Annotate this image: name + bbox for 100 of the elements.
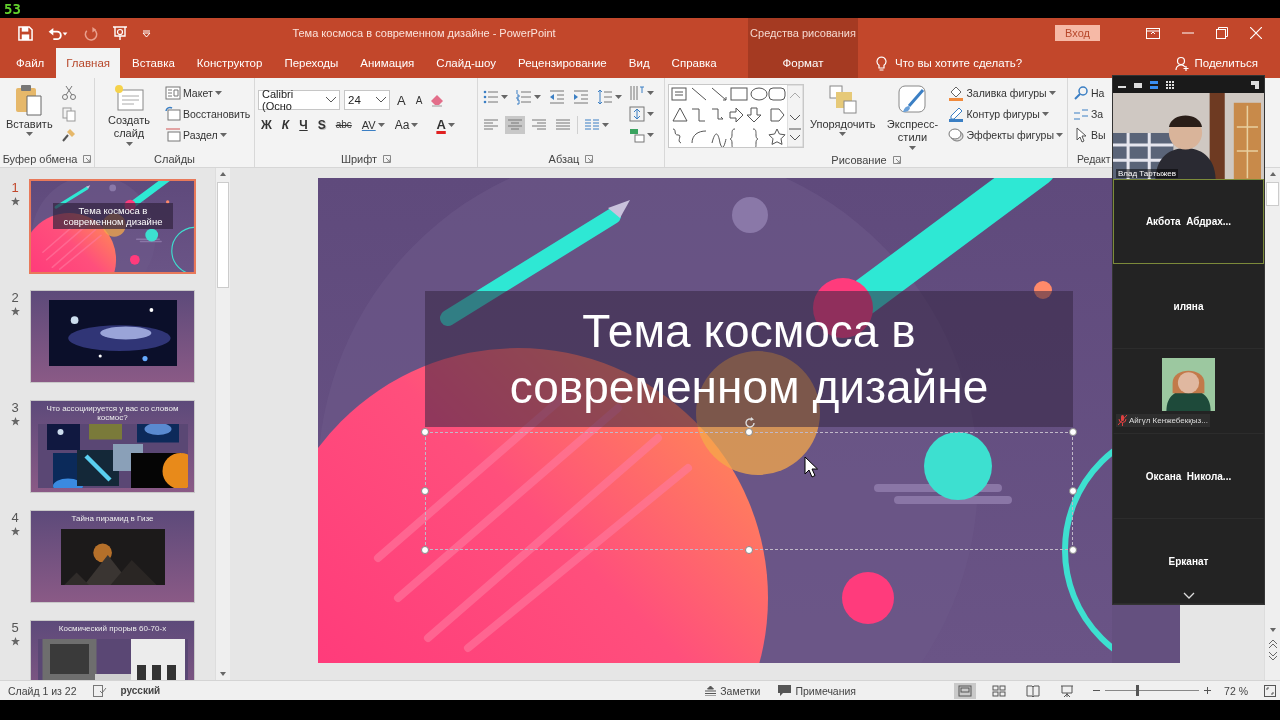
caret-icon[interactable] <box>647 112 654 116</box>
lightbulb-icon[interactable] <box>876 55 887 71</box>
font-color-button[interactable]: A <box>433 116 458 133</box>
collapse-icon[interactable] <box>1250 79 1260 90</box>
shadow-button[interactable]: S <box>314 116 329 133</box>
align-text-button[interactable] <box>627 105 656 123</box>
caret-icon[interactable] <box>908 146 916 150</box>
tab[interactable]: Вставка <box>122 48 185 78</box>
ribbon-button[interactable]: Эффекты фигуры <box>946 126 1065 144</box>
save-icon[interactable] <box>18 25 33 41</box>
caret-icon[interactable] <box>647 133 654 137</box>
dialog-launcher-icon[interactable] <box>83 155 92 163</box>
ribbon-button[interactable]: Раздел <box>163 126 253 144</box>
ribbon-button[interactable]: За <box>1071 105 1108 123</box>
clear-formatting-icon[interactable] <box>429 92 446 108</box>
slide-thumbnail[interactable]: Тайна пирамид в Гизе <box>30 510 195 603</box>
tab[interactable]: Вид <box>618 48 660 78</box>
shapes-gallery[interactable] <box>669 85 787 147</box>
share-button[interactable]: Поделиться <box>1175 48 1258 78</box>
speaker-view-icon[interactable] <box>1149 79 1159 90</box>
chevron-down-icon[interactable] <box>1183 592 1195 599</box>
ribbon-button[interactable]: Вы <box>1071 126 1108 144</box>
slide-thumbnail[interactable] <box>30 290 195 383</box>
search-field[interactable]: Что вы хотите сделать? <box>895 57 1065 69</box>
change-case-button[interactable]: Aa <box>391 116 422 133</box>
slideshow-icon[interactable] <box>112 25 128 41</box>
increase-font-button[interactable]: A <box>394 91 409 109</box>
font-size-field[interactable]: 24 <box>344 90 390 110</box>
grid-icon[interactable] <box>1165 79 1175 90</box>
smartart-button[interactable] <box>627 126 656 144</box>
rotate-handle-icon[interactable] <box>743 416 757 430</box>
slide-thumbnail[interactable]: Тема космоса в современном дизайне <box>29 179 196 274</box>
ribbon-button[interactable]: Макет <box>163 84 253 102</box>
caret-icon[interactable] <box>602 123 609 127</box>
caret-icon[interactable] <box>1041 112 1049 116</box>
caret-icon[interactable] <box>534 95 541 99</box>
underline-button[interactable]: Ч <box>296 116 311 133</box>
ribbon-button[interactable]: Контур фигуры <box>946 105 1065 123</box>
line-spacing-button[interactable] <box>595 88 624 106</box>
font-name-field[interactable]: Calibri (Осно <box>258 90 340 110</box>
spellcheck-icon[interactable] <box>92 684 107 697</box>
caret-icon[interactable] <box>615 95 622 99</box>
dialog-launcher-icon[interactable] <box>892 155 901 164</box>
caret-icon[interactable] <box>411 122 419 127</box>
tab[interactable]: Переходы <box>274 48 349 78</box>
numbering-button[interactable] <box>514 88 543 106</box>
bold-button[interactable]: Ж <box>258 116 275 133</box>
decrease-indent-button[interactable] <box>547 88 567 106</box>
tab[interactable]: Рецензирование <box>507 48 617 78</box>
scrollbar-thumb[interactable] <box>217 182 229 288</box>
tab[interactable]: Анимация <box>350 48 425 78</box>
paste-button[interactable]: Вставить <box>3 82 56 138</box>
ribbon-button[interactable]: Восстановить <box>163 105 253 123</box>
close-icon[interactable] <box>1250 27 1262 39</box>
zoom-in-icon[interactable] <box>1203 686 1213 695</box>
ribbon-button[interactable]: На <box>1071 84 1108 102</box>
caret-icon[interactable] <box>501 95 508 99</box>
tab[interactable]: Главная <box>56 48 121 78</box>
caret-icon[interactable] <box>377 122 385 127</box>
dialog-launcher-icon[interactable] <box>383 155 392 163</box>
fit-to-window-icon[interactable] <box>1264 684 1276 697</box>
new-slide-button[interactable]: Создать слайд <box>98 82 160 148</box>
caret-icon[interactable] <box>647 91 654 95</box>
dialog-launcher-icon[interactable] <box>585 155 594 163</box>
quick-styles-button[interactable]: Экспресс-стили <box>881 82 944 152</box>
tab[interactable]: Конструктор <box>186 48 273 78</box>
caret-icon[interactable] <box>219 133 227 137</box>
arrange-button[interactable]: Упорядочить <box>807 82 879 138</box>
ribbon-display-icon[interactable] <box>1146 27 1160 39</box>
text-direction-button[interactable] <box>627 84 656 102</box>
tab[interactable]: Формат <box>748 48 858 78</box>
caret-icon[interactable] <box>125 142 133 146</box>
spacing-button[interactable]: AV <box>358 117 388 132</box>
italic-button[interactable]: К <box>278 116 293 133</box>
ribbon-button[interactable]: Заливка фигуры <box>946 84 1065 102</box>
caret-icon[interactable] <box>839 132 847 136</box>
comments-button[interactable]: Примечания <box>778 684 857 697</box>
strikethrough-button[interactable]: abc <box>332 118 355 131</box>
slide-thumbnail[interactable]: Что ассоциируется у вас со словом космос? <box>30 400 195 493</box>
restore-icon[interactable] <box>1216 27 1228 39</box>
customize-icon[interactable] <box>142 28 151 38</box>
tab[interactable]: Слайд-шоу <box>426 48 506 78</box>
caret-icon[interactable] <box>214 91 222 95</box>
caret-icon[interactable] <box>1048 91 1056 95</box>
scrollbar-thumb[interactable] <box>1266 182 1279 206</box>
group-label: Рисование <box>831 153 887 166</box>
slide-thumbnail[interactable]: Космический прорыв 60-70-х <box>30 620 195 680</box>
decrease-font-button[interactable]: A <box>412 93 426 107</box>
caret-icon[interactable] <box>25 132 33 136</box>
tab[interactable]: Файл <box>6 48 55 78</box>
tab[interactable]: Справка <box>661 48 727 78</box>
title-placeholder[interactable]: Тема космоса в современном дизайне <box>425 291 1073 427</box>
caret-icon[interactable] <box>447 122 455 127</box>
normal-view-icon[interactable] <box>954 682 977 699</box>
increase-indent-button[interactable] <box>571 88 591 106</box>
notes-button[interactable]: Заметки <box>705 684 761 697</box>
caret-icon[interactable] <box>1056 133 1063 137</box>
gallery-scroll-icon[interactable] <box>787 85 803 147</box>
slider-thumb[interactable] <box>1136 685 1139 696</box>
bullets-button[interactable] <box>481 88 510 106</box>
